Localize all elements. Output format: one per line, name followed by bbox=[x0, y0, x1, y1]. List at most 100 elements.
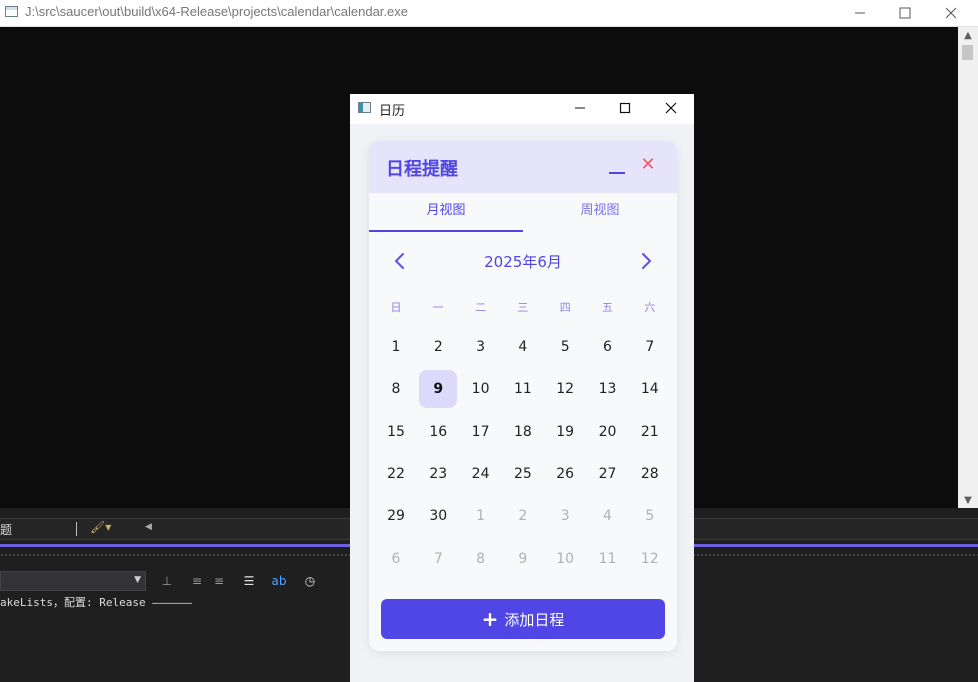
plus-icon: + bbox=[481, 607, 499, 631]
tab-week-view[interactable]: 周视图 bbox=[523, 193, 677, 233]
divider bbox=[76, 522, 77, 536]
weekday-label: 五 bbox=[602, 301, 613, 314]
day-cell[interactable]: 3 bbox=[546, 497, 584, 535]
console-scrollbar[interactable]: ▲ ▼ bbox=[958, 27, 978, 508]
day-cell[interactable]: 4 bbox=[589, 497, 627, 535]
calendar-app-window: 日历 日程提醒 ✕ 月视图 周视图 2025年6月 日一二三四五六 1 2 3 … bbox=[350, 94, 694, 682]
day-cell[interactable]: 26 bbox=[546, 455, 584, 493]
day-cell[interactable]: 7 bbox=[419, 540, 457, 578]
prev-message-icon[interactable]: ≡ bbox=[188, 572, 206, 590]
day-cell[interactable]: 6 bbox=[589, 328, 627, 366]
day-cell-today[interactable]: 9 bbox=[419, 370, 458, 409]
day-cell[interactable]: 10 bbox=[462, 370, 500, 408]
calendar-title: 日程提醒 bbox=[386, 159, 458, 180]
day-cell[interactable]: 15 bbox=[377, 413, 415, 451]
day-cell[interactable]: 2 bbox=[419, 328, 457, 366]
previous-month-button[interactable] bbox=[389, 249, 411, 273]
scroll-left-icon[interactable]: ◀ bbox=[145, 522, 152, 532]
dismiss-button[interactable]: ✕ bbox=[639, 156, 657, 174]
day-cell[interactable]: 11 bbox=[589, 540, 627, 578]
next-month-button[interactable] bbox=[635, 249, 657, 273]
maximize-icon bbox=[619, 102, 631, 114]
calendar-card: 日程提醒 ✕ 月视图 周视图 2025年6月 日一二三四五六 123456789… bbox=[369, 141, 677, 651]
weekday-label: 二 bbox=[475, 301, 487, 314]
brush-icon[interactable]: 🖌▾ bbox=[90, 520, 111, 534]
chevron-right-icon bbox=[642, 253, 651, 269]
day-cell[interactable]: 9 bbox=[504, 540, 542, 578]
day-cell[interactable]: 24 bbox=[462, 455, 500, 493]
app-minimize-button[interactable] bbox=[557, 94, 603, 122]
day-cell[interactable]: 21 bbox=[631, 413, 669, 451]
calendar-header: 日程提醒 ✕ bbox=[369, 141, 677, 193]
close-icon bbox=[665, 102, 677, 114]
add-event-button[interactable]: + 添加日程 bbox=[381, 599, 665, 639]
chevron-down-icon: ▼ bbox=[134, 575, 141, 585]
day-cell[interactable]: 16 bbox=[419, 413, 457, 451]
day-cell[interactable]: 23 bbox=[419, 455, 457, 493]
day-cell[interactable]: 19 bbox=[546, 413, 584, 451]
word-wrap-icon[interactable]: ab bbox=[270, 572, 288, 590]
maximize-icon bbox=[899, 7, 911, 19]
clock-icon[interactable]: ◷ bbox=[301, 572, 319, 590]
day-cell[interactable]: 5 bbox=[546, 328, 584, 366]
day-cell[interactable]: 18 bbox=[504, 413, 542, 451]
day-cell[interactable]: 1 bbox=[462, 497, 500, 535]
outer-minimize-button[interactable] bbox=[837, 0, 883, 26]
day-cell[interactable]: 6 bbox=[377, 540, 415, 578]
day-cell[interactable]: 17 bbox=[462, 413, 500, 451]
day-cell[interactable]: 13 bbox=[589, 370, 627, 408]
day-cell[interactable]: 14 bbox=[631, 370, 669, 408]
day-cell[interactable]: 1 bbox=[377, 328, 415, 366]
view-tabs: 月视图 周视图 bbox=[369, 193, 677, 233]
current-month-label: 2025年6月 bbox=[484, 253, 562, 271]
collapse-button[interactable] bbox=[605, 155, 627, 177]
app-close-button[interactable] bbox=[648, 94, 694, 122]
day-cell[interactable]: 7 bbox=[631, 328, 669, 366]
day-cell[interactable]: 12 bbox=[631, 540, 669, 578]
panel-title-fragment: 题 bbox=[0, 523, 13, 537]
app-window-titlebar: 日历 bbox=[350, 94, 694, 124]
outer-maximize-button[interactable] bbox=[882, 0, 928, 26]
chevron-left-icon bbox=[395, 253, 404, 269]
day-cell[interactable]: 5 bbox=[631, 497, 669, 535]
day-cell[interactable]: 28 bbox=[631, 455, 669, 493]
output-text-line: akeLists，配置: Release —————— bbox=[0, 596, 192, 609]
clear-all-icon[interactable]: ☰ bbox=[240, 572, 258, 590]
weekday-label: 四 bbox=[559, 301, 571, 314]
active-tab-indicator bbox=[369, 230, 523, 232]
goto-icon[interactable]: ⊥ bbox=[158, 572, 176, 590]
outer-close-button[interactable] bbox=[928, 0, 974, 26]
day-cell[interactable]: 29 bbox=[377, 497, 415, 535]
close-icon bbox=[945, 7, 957, 19]
day-cell[interactable]: 30 bbox=[419, 497, 457, 535]
day-cell[interactable]: 8 bbox=[462, 540, 500, 578]
outer-window-title: J:\src\saucer\out\build\x64-Release\proj… bbox=[25, 4, 408, 19]
app-window-title: 日历 bbox=[379, 104, 406, 119]
day-cell[interactable]: 8 bbox=[377, 370, 415, 408]
weekday-header-row: 日一二三四五六 bbox=[375, 299, 671, 319]
scroll-up-icon[interactable]: ▲ bbox=[958, 27, 978, 43]
minimize-icon bbox=[575, 107, 585, 109]
day-cell[interactable]: 22 bbox=[377, 455, 415, 493]
day-cell[interactable]: 2 bbox=[504, 497, 542, 535]
day-cell[interactable]: 25 bbox=[504, 455, 542, 493]
console-app-icon bbox=[5, 6, 18, 17]
day-cell[interactable]: 27 bbox=[589, 455, 627, 493]
tab-month-view[interactable]: 月视图 bbox=[369, 193, 523, 233]
app-icon bbox=[358, 102, 371, 113]
add-event-label: 添加日程 bbox=[504, 610, 565, 629]
minimize-icon bbox=[855, 12, 865, 14]
day-cell[interactable]: 3 bbox=[462, 328, 500, 366]
scroll-down-icon[interactable]: ▼ bbox=[958, 492, 978, 508]
day-cell[interactable]: 11 bbox=[504, 370, 542, 408]
output-source-select[interactable]: ▼ bbox=[0, 571, 146, 591]
scroll-thumb[interactable] bbox=[962, 45, 973, 60]
day-cell[interactable]: 20 bbox=[589, 413, 627, 451]
weekday-label: 日 bbox=[390, 301, 402, 314]
day-cell[interactable]: 12 bbox=[546, 370, 584, 408]
day-cell[interactable]: 10 bbox=[546, 540, 584, 578]
weekday-label: 一 bbox=[432, 301, 444, 314]
app-maximize-button[interactable] bbox=[602, 94, 648, 122]
next-message-icon[interactable]: ≡ bbox=[210, 572, 228, 590]
day-cell[interactable]: 4 bbox=[504, 328, 542, 366]
